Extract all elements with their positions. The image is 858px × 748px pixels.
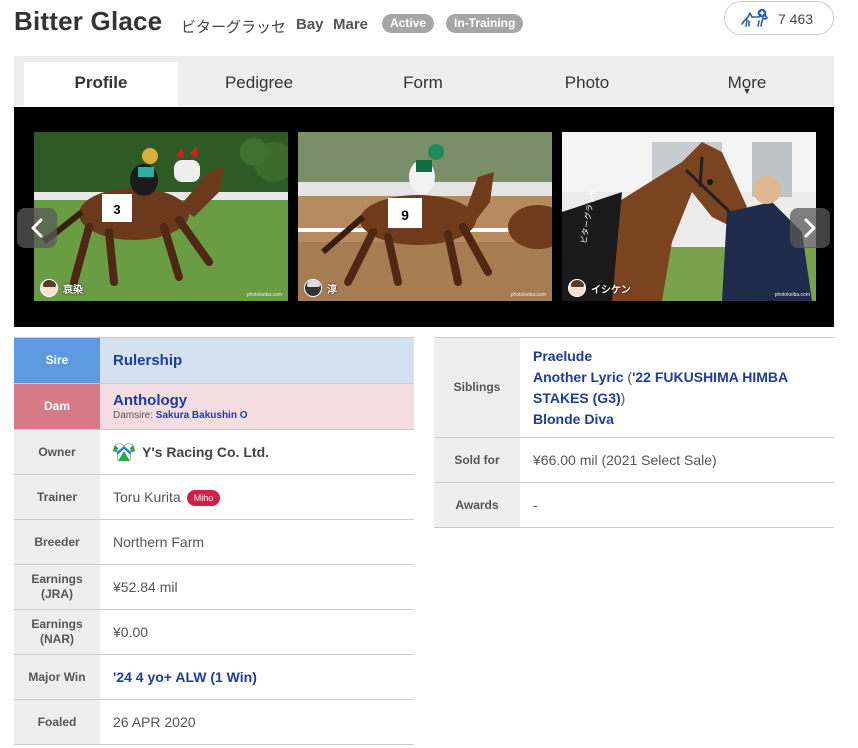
foaled-row: Foaled 26 APR 2020 <box>14 699 414 745</box>
dam-link[interactable]: Anthology <box>113 392 414 409</box>
horse-favorite-icon <box>741 8 768 27</box>
status-badge-active: Active <box>382 14 435 33</box>
photographer-avatar-icon <box>568 279 586 297</box>
trainer-label: Trainer <box>14 474 100 520</box>
sibling-link[interactable]: Blonde Diva <box>533 411 614 427</box>
trainer-link[interactable]: Toru Kurita <box>113 489 181 505</box>
sibling-link[interactable]: Praelude <box>533 348 592 364</box>
earnings-jra-label: Earnings (JRA) <box>14 564 100 610</box>
awards-row: Awards - <box>434 482 834 528</box>
photo-watermark: photokeiba.com <box>774 292 810 298</box>
awards-label: Awards <box>434 482 520 528</box>
photographer-name: イシケン <box>591 284 631 296</box>
sire-row: Sire Rulership <box>14 337 414 384</box>
earnings-nar-value: ¥0.00 <box>113 624 149 640</box>
photo-credit: 哀染 <box>40 279 83 297</box>
sibling-paren-open: ( <box>623 368 633 385</box>
horse-photo-image: 3 <box>34 132 288 301</box>
horse-photo[interactable]: 3 哀染 photokeiba.com <box>34 132 288 301</box>
earnings-jra-row: Earnings (JRA) ¥52.84 mil <box>14 564 414 610</box>
siblings-list: Praelude Another Lyric ('22 FUKUSHIMA HI… <box>533 346 834 430</box>
tab-form[interactable]: Form <box>346 62 500 106</box>
profile-table: Sire Rulership Dam Anthology Damsire: Sa… <box>14 337 414 745</box>
sibling-link[interactable]: Another Lyric <box>533 369 624 385</box>
sold-for-row: Sold for ¥66.00 mil (2021 Select Sale) <box>434 437 834 483</box>
sire-link[interactable]: Rulership <box>113 352 182 369</box>
damsire-label: Damsire: <box>113 410 154 421</box>
sold-for-value: ¥66.00 mil (2021 Select Sale) <box>533 452 717 468</box>
siblings-row: Siblings Praelude Another Lyric ('22 FUK… <box>434 337 834 438</box>
photographer-name: 淳 <box>327 284 337 296</box>
sold-for-label: Sold for <box>434 437 520 483</box>
favorite-button[interactable]: 7 463 <box>724 1 834 35</box>
sire-label: Sire <box>14 337 100 384</box>
carousel-prev-button[interactable] <box>17 208 57 248</box>
photo-carousel: 3 哀染 photokeiba.com 9 淳 photokeiba.com ビ… <box>14 107 834 327</box>
horse-kana-name: ビターグラッセ <box>181 19 287 36</box>
damsire-link[interactable]: Sakura Bakushin O <box>156 410 248 421</box>
foaled-label: Foaled <box>14 699 100 745</box>
favorite-count: 7 463 <box>778 11 814 27</box>
breeder-row: Breeder Northern Farm <box>14 519 414 565</box>
siblings-label: Siblings <box>434 337 520 438</box>
horse-photo-image: 9 <box>298 132 552 301</box>
sibling-paren-close: ) <box>620 389 626 406</box>
saddle-cloth-number: 9 <box>401 207 409 223</box>
foaled-value: 26 APR 2020 <box>113 714 196 730</box>
breeder-value: Northern Farm <box>113 534 205 550</box>
horse-header: Bitter Glace ビターグラッセ Bay Mare Active In-… <box>14 1 834 40</box>
owner-row: Owner Y's Racing Co. Ltd. <box>14 429 414 475</box>
photo-watermark: photokeiba.com <box>246 292 282 298</box>
owner-link[interactable]: Y's Racing Co. Ltd. <box>142 444 269 460</box>
major-win-link[interactable]: '24 4 yo+ ALW (1 Win) <box>113 669 257 685</box>
horse-photo[interactable]: ビターグラッセ イシケン photokeiba.com <box>562 132 816 301</box>
chevron-right-icon <box>804 218 816 238</box>
status-badge-in-training: In-Training <box>446 14 524 33</box>
earnings-jra-value: ¥52.84 mil <box>113 579 178 595</box>
trainer-row: Trainer Toru Kurita Miho <box>14 474 414 520</box>
tab-more[interactable]: More ▼ <box>670 62 824 106</box>
horse-coat-color: Bay <box>296 16 324 33</box>
photo-credit: イシケン <box>568 279 631 297</box>
tab-photo[interactable]: Photo <box>510 62 664 106</box>
awards-value: - <box>533 497 538 513</box>
major-win-row: Major Win '24 4 yo+ ALW (1 Win) <box>14 654 414 700</box>
owner-label: Owner <box>14 429 100 475</box>
trainer-stable-badge: Miho <box>186 489 221 506</box>
photographer-name: 哀染 <box>63 284 83 296</box>
dropdown-arrow-icon: ▼ <box>742 86 752 96</box>
horse-name: Bitter Glace <box>14 6 163 36</box>
damsire-line: Damsire: Sakura Bakushin O <box>113 410 414 421</box>
chevron-left-icon <box>31 218 43 238</box>
extra-info-table: Siblings Praelude Another Lyric ('22 FUK… <box>434 337 834 528</box>
earnings-nar-row: Earnings (NAR) ¥0.00 <box>14 609 414 655</box>
photographer-avatar-icon <box>304 279 322 297</box>
saddle-cloth-number: 3 <box>113 202 120 217</box>
photo-watermark: photokeiba.com <box>510 292 546 298</box>
dam-label: Dam <box>14 383 100 430</box>
owner-silks-icon <box>113 443 135 461</box>
tab-profile[interactable]: Profile <box>24 62 178 106</box>
photographer-avatar-icon <box>40 279 58 297</box>
horse-photo-image: ビターグラッセ <box>562 132 816 301</box>
horse-sex: Mare <box>333 16 369 33</box>
profile-tabs: Profile Pedigree Form Photo More ▼ <box>14 56 834 106</box>
major-win-label: Major Win <box>14 654 100 700</box>
earnings-nar-label: Earnings (NAR) <box>14 609 100 655</box>
breeder-label: Breeder <box>14 519 100 565</box>
carousel-next-button[interactable] <box>790 208 830 248</box>
horse-photo[interactable]: 9 淳 photokeiba.com <box>298 132 552 301</box>
photo-credit: 淳 <box>304 279 337 297</box>
tab-pedigree[interactable]: Pedigree <box>182 62 336 106</box>
dam-row: Dam Anthology Damsire: Sakura Bakushin O <box>14 383 414 430</box>
